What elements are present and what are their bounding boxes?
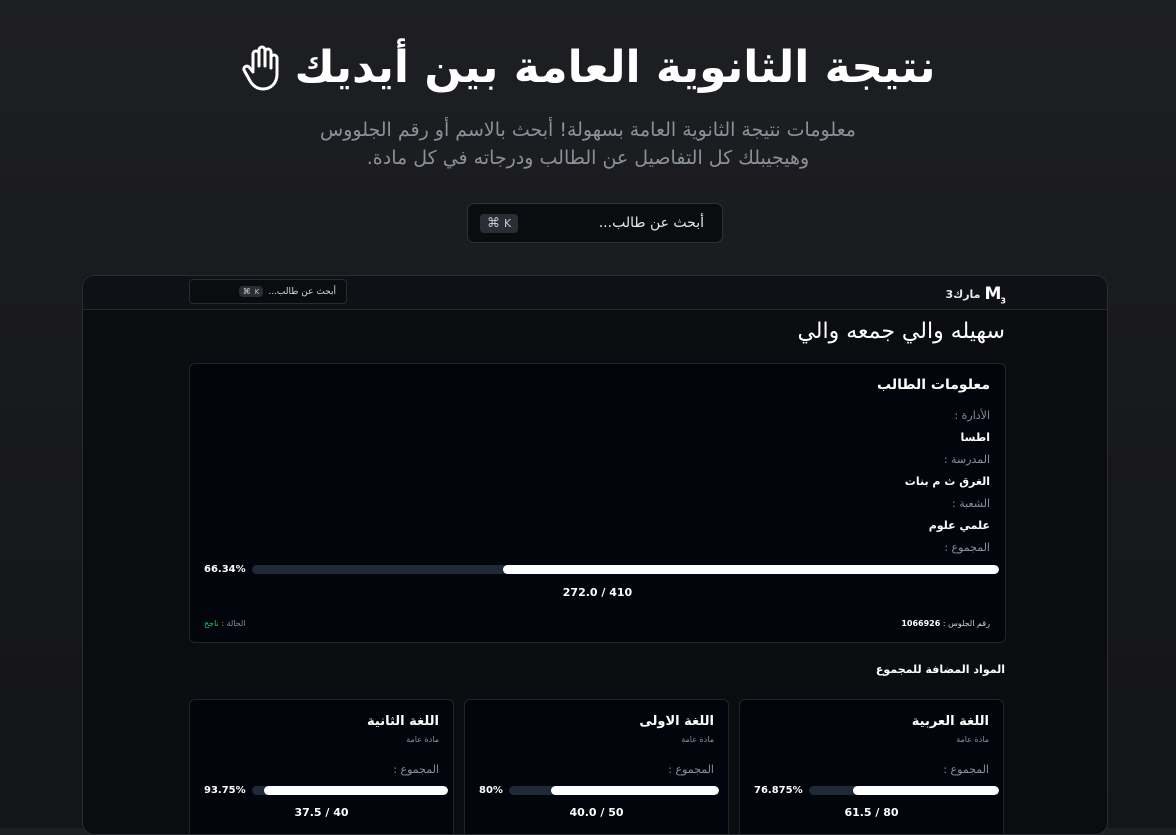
- subject-progress: 80%: [479, 785, 719, 796]
- subject-progress-track: [808, 786, 999, 795]
- seat-number: رقم الجلوس : 1066926: [901, 619, 990, 628]
- subject-card[interactable]: اللغة الثانية مادة عامة المجموع : 93.75%…: [189, 699, 454, 834]
- preview-navbar: مارك3 M3 أبحث عن طالب... ⌘ K: [83, 276, 1107, 310]
- administration-label: الأدارة :: [954, 409, 990, 422]
- hand-raised-icon: [241, 44, 281, 92]
- brand-logo-icon: M3: [984, 284, 1006, 306]
- brand-name: مارك3: [945, 288, 981, 302]
- school-label: المدرسة :: [943, 453, 990, 466]
- division-value: علمي علوم: [928, 519, 990, 532]
- command-key-icon: ⌘: [242, 287, 251, 296]
- subject-type: مادة عامة: [956, 735, 989, 744]
- subject-card[interactable]: اللغة الاولى مادة عامة المجموع : 80% 40.…: [464, 699, 729, 834]
- subject-progress-fill: [263, 786, 448, 795]
- school-value: الغرق ث م بنات: [904, 475, 990, 488]
- navbar-shortcut-badge: ⌘ K: [238, 286, 264, 297]
- app-preview-frame: مارك3 M3 أبحث عن طالب... ⌘ K سهيله والي …: [82, 275, 1108, 835]
- student-info-card: معلومات الطالب الأدارة : اطسا المدرسة : …: [189, 363, 1006, 643]
- page-title: نتيجة الثانوية العامة بين أيديك: [294, 42, 936, 93]
- total-label: المجموع :: [944, 541, 990, 554]
- keyboard-shortcut-badge: ⌘ K: [480, 213, 519, 233]
- total-score: 272.0 / 410: [562, 586, 633, 599]
- seat-number-label: رقم الجلوس :: [942, 619, 990, 628]
- subject-name: اللغة الاولى: [639, 714, 714, 729]
- status: الحالة : ناجح: [204, 619, 246, 628]
- brand[interactable]: مارك3 M3: [945, 284, 1005, 305]
- student-info-title: معلومات الطالب: [877, 377, 990, 393]
- total-percent: 66.34%: [204, 564, 246, 575]
- navbar-search-button[interactable]: أبحث عن طالب... ⌘ K: [189, 279, 347, 304]
- subject-percent: 80%: [479, 785, 503, 796]
- search-placeholder: أبحث عن طالب...: [598, 215, 704, 231]
- subject-progress-track: [508, 786, 719, 795]
- subject-name: اللغة العربية: [911, 714, 989, 729]
- total-progress: 66.34%: [204, 564, 999, 575]
- subject-percent: 93.75%: [204, 785, 246, 796]
- student-name: سهيله والي جمعه والي: [797, 319, 1005, 344]
- subject-progress-fill: [550, 786, 719, 795]
- subject-total-label: المجموع :: [943, 763, 989, 776]
- added-subjects-title: المواد المضافة للمجموع: [875, 663, 1005, 676]
- subject-progress-track: [251, 786, 448, 795]
- seat-number-value: 1066926: [901, 619, 941, 628]
- command-key-icon: ⌘: [487, 215, 500, 231]
- shortcut-key: K: [254, 287, 260, 296]
- total-progress-fill: [503, 565, 999, 574]
- subject-total-label: المجموع :: [668, 763, 714, 776]
- hero-subtitle-line-2: وهيجيبلك كل التفاصيل عن الطالب ودرجاته ف…: [366, 147, 810, 169]
- hero-subtitle-line-1: معلومات نتيجة الثانوية العامة بسهولة! أب…: [320, 119, 856, 141]
- status-label: الحالة :: [221, 619, 246, 628]
- subject-name: اللغة الثانية: [367, 714, 439, 729]
- subject-progress-fill: [852, 786, 999, 795]
- subject-type: مادة عامة: [406, 735, 439, 744]
- total-progress-track: [251, 565, 999, 574]
- administration-value: اطسا: [960, 431, 990, 444]
- subject-score: 61.5 / 80: [844, 806, 899, 819]
- status-badge: ناجح: [204, 619, 219, 628]
- subject-score: 37.5 / 40: [294, 806, 349, 819]
- navbar-search-placeholder: أبحث عن طالب...: [268, 286, 336, 297]
- subject-progress: 76.875%: [754, 785, 999, 796]
- subject-percent: 76.875%: [754, 785, 803, 796]
- subject-card[interactable]: اللغة العربية مادة عامة المجموع : 76.875…: [739, 699, 1004, 834]
- subject-total-label: المجموع :: [393, 763, 439, 776]
- shortcut-key: K: [504, 216, 512, 230]
- subject-score: 40.0 / 50: [569, 806, 624, 819]
- division-label: الشعبة :: [952, 497, 990, 510]
- hero-subtitle: معلومات نتيجة الثانوية العامة بسهولة! أب…: [0, 116, 1176, 172]
- hero-title-row: نتيجة الثانوية العامة بين أيديك: [0, 32, 1176, 104]
- subject-progress: 93.75%: [204, 785, 448, 796]
- search-button[interactable]: أبحث عن طالب... ⌘ K: [467, 203, 723, 243]
- subject-type: مادة عامة: [681, 735, 714, 744]
